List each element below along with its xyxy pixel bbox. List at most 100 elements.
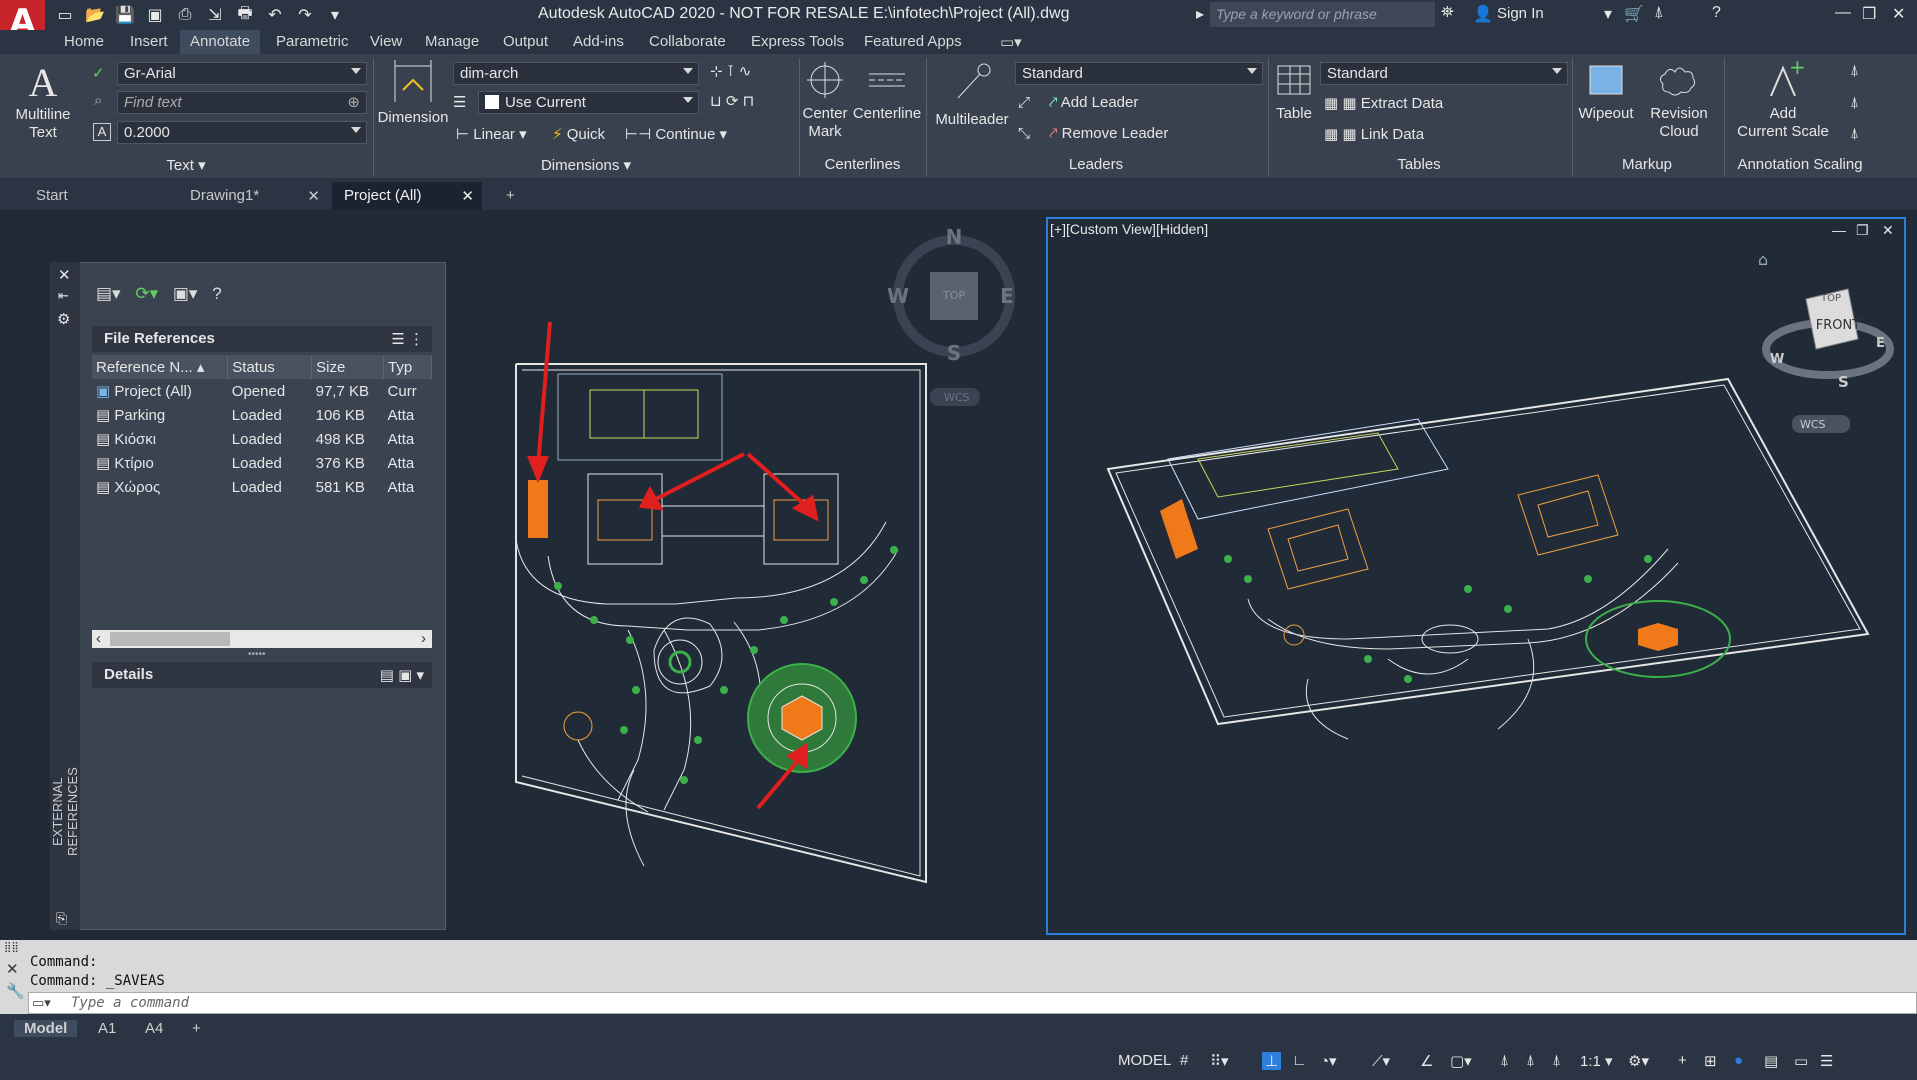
chevron-down-icon[interactable]: ▾ [1604,4,1612,24]
collect-icon[interactable]: ⤡ [1018,125,1030,142]
revision-cloud-button[interactable]: Revision Cloud [1640,60,1718,141]
graphics-performance-icon[interactable]: ▤ [1764,1052,1778,1070]
close-icon[interactable]: ✕ [1892,4,1905,24]
scroll-right-icon[interactable]: › [421,630,426,647]
save-icon[interactable]: 💾 [115,5,135,25]
table-button[interactable]: Table [1270,60,1318,123]
spellcheck-icon[interactable]: ✓ [92,64,105,82]
auto-scale-icon[interactable]: ⍋ [1526,1052,1535,1069]
workspace-gear-icon[interactable]: ⚙▾ [1628,1052,1649,1070]
tab-featured-apps[interactable]: Featured Apps [864,33,962,50]
link-data-button[interactable]: ▦ ▦ Link Data [1324,125,1424,143]
minimize-icon[interactable]: — [1835,4,1851,22]
customize-qat-icon[interactable]: ▾ [325,5,345,25]
open-icon[interactable]: 📂 [85,5,105,25]
tab-insert[interactable]: Insert [130,33,168,50]
multileader-button[interactable]: Multileader [930,60,1014,129]
scroll-thumb[interactable] [110,632,230,646]
dim-layer-select[interactable]: Use Current [478,91,699,114]
export-icon[interactable]: ⎘ [56,910,67,927]
command-input[interactable]: Type a command [28,992,1917,1014]
help-icon[interactable]: ? [212,284,221,303]
tab-manage[interactable]: Manage [425,33,479,50]
text-style-select[interactable]: Gr-Arial [117,62,367,85]
dimension-button[interactable]: Dimension [377,58,449,127]
continue-button[interactable]: ⊢⊣ Continue ▾ [625,125,727,143]
dim-style-select[interactable]: dim-arch [453,62,699,85]
restore-icon[interactable]: ❐ [1862,4,1876,24]
add-layout-button[interactable]: + [192,1020,201,1037]
close-icon[interactable]: ✕ [58,266,71,284]
annotation-scale-select[interactable]: 1:1 ▾ [1580,1052,1613,1070]
linear-button[interactable]: ⊢ Linear ▾ [456,125,527,143]
new-icon[interactable]: ▭ [55,5,75,25]
table-row[interactable]: ▤ Χώρος Loaded 581 KB Atta [92,475,432,499]
wipeout-button[interactable]: Wipeout [1574,60,1638,123]
a360-icon[interactable]: ⍋ [1654,4,1664,22]
annotation-visibility-icon[interactable]: ⍋ [1500,1052,1509,1069]
redo-icon[interactable]: ↷ [295,5,315,25]
tab-view[interactable]: View [370,33,402,50]
tab-collaborate[interactable]: Collaborate [649,33,726,50]
properties-icon[interactable]: ⚙ [57,310,70,328]
model-space-button[interactable]: MODEL [1118,1052,1171,1069]
infer-constraints-icon[interactable]: ⊥ [1262,1052,1282,1070]
object-snap-icon[interactable]: ▢▾ [1450,1052,1472,1070]
isolate-objects-icon[interactable]: ● [1734,1052,1743,1069]
tab-model[interactable]: Model [14,1020,78,1037]
help-icon[interactable]: ? [1712,4,1721,22]
ortho-icon[interactable]: ∟ [1292,1052,1307,1069]
close-viewport-icon[interactable]: ✕ [1882,222,1894,239]
tab-drawing1[interactable]: Drawing1* ✕ [178,182,328,210]
command-prompt-icon[interactable]: ▭▾ [32,995,51,1011]
close-tab-icon[interactable]: ✕ [307,187,320,205]
scale-tool-icon-2[interactable]: ⍋ [1850,94,1859,111]
change-path-icon[interactable]: ▣▾ [173,284,198,303]
ribbon-toggle-icon[interactable]: ▭▾ [1000,33,1022,51]
scroll-left-icon[interactable]: ‹ [96,630,101,647]
dim-tools-icons-2[interactable]: ⊔ ⟳ ⊓ [710,92,754,110]
column-header-reference-name[interactable]: Reference N... ▴ [92,355,229,379]
search-icon[interactable]: ⊕ [347,93,360,111]
open-web-icon[interactable]: ⎙ [175,5,195,25]
column-header-status[interactable]: Status [227,355,313,379]
user-icon[interactable]: 👤 [1473,4,1493,24]
saveas-icon[interactable]: ▣ [145,5,165,25]
tab-project-all[interactable]: Project (All) ✕ [332,182,482,210]
wrench-icon[interactable]: 🔧 [6,982,25,1000]
table-row[interactable]: ▤ Κιόσκι Loaded 498 KB Atta [92,427,432,451]
plot-icon[interactable]: 🖶 [235,5,255,25]
close-icon[interactable]: ✕ [6,960,19,978]
sign-in-link[interactable]: Sign In [1497,5,1544,22]
table-row[interactable]: ▤ Parking Loaded 106 KB Atta [92,403,432,427]
tab-home[interactable]: Home [64,33,104,50]
dim-tools-icons[interactable]: ⊹ ⊺ ∿ [710,62,751,80]
splitter-handle[interactable]: ••••• [248,649,266,660]
tab-output[interactable]: Output [503,33,548,50]
chevron-right-icon[interactable]: ▸ [1196,4,1204,24]
horizontal-scrollbar[interactable]: ‹ › [92,630,432,648]
clean-screen-icon[interactable]: ▭ [1794,1052,1808,1070]
panel-title-text[interactable]: Text ▾ [0,156,372,176]
tab-start[interactable]: Start [24,182,172,210]
annotation-scale-icon[interactable]: ⍋ [1552,1052,1561,1069]
close-tab-icon[interactable]: ✕ [461,187,474,205]
tab-express-tools[interactable]: Express Tools [751,33,844,50]
scale-tool-icon-3[interactable]: ⍋ [1850,125,1859,142]
table-row[interactable]: ▤ Κτίριο Loaded 376 KB Atta [92,451,432,475]
viewport-controls-label[interactable]: [+][Custom View][Hidden] [1050,221,1208,237]
align-icon[interactable]: ⤢ [1018,94,1030,111]
view-toggle-icons[interactable]: ☰ ⋮ [391,330,424,348]
minimize-viewport-icon[interactable]: — [1832,222,1846,238]
remove-leader-button[interactable]: ⤤ Remove Leader [1049,125,1168,142]
grid-icon[interactable]: # [1180,1052,1188,1069]
scale-tool-icon-1[interactable]: ⍋ [1850,62,1859,79]
panel-title-dimensions[interactable]: Dimensions ▾ [374,156,798,176]
save-web-icon[interactable]: ⇲ [205,5,225,25]
details-view-icons[interactable]: ▤ ▣ ▾ [380,666,424,684]
undo-icon[interactable]: ↶ [265,5,285,25]
polar-icon[interactable]: ◔▾ [1320,1052,1337,1070]
snap-icon[interactable]: ⠿▾ [1210,1052,1229,1070]
plus-icon[interactable]: + [1678,1052,1687,1069]
column-header-type[interactable]: Typ [383,355,432,379]
